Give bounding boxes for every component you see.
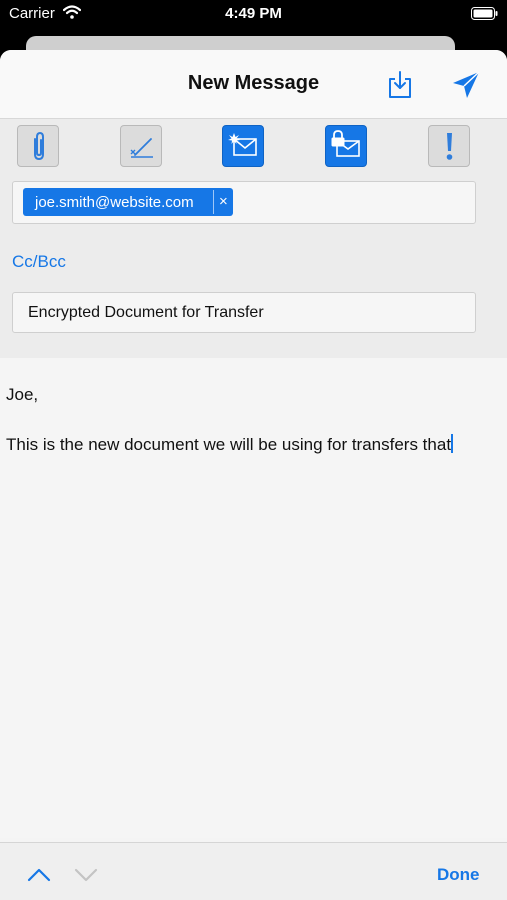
remove-recipient-button[interactable]: × [219, 193, 228, 210]
recipient-chip[interactable]: joe.smith@website.com × [23, 188, 233, 216]
encrypt-message-button[interactable] [325, 125, 367, 167]
compose-header: joe.smith@website.com × Cc/Bcc Encrypted… [0, 119, 507, 358]
compose-sheet: New Message joe.smith@website.com × Cc/B… [0, 50, 507, 900]
to-field[interactable]: joe.smith@website.com × [12, 181, 476, 224]
chevron-up-icon[interactable] [27, 867, 51, 883]
body-greeting: Joe, [6, 385, 39, 404]
message-body[interactable]: Joe, This is the new document we will be… [0, 358, 507, 838]
page-title: New Message [187, 72, 320, 94]
signature-icon [130, 138, 153, 158]
locked-envelope-icon [331, 130, 360, 157]
sign-message-button[interactable] [222, 125, 264, 167]
priority-button[interactable] [428, 125, 470, 167]
send-icon[interactable] [451, 70, 481, 100]
chevron-down-icon[interactable] [74, 867, 98, 883]
nav-bar: New Message [0, 50, 507, 119]
done-button[interactable]: Done [437, 865, 480, 885]
text-caret [451, 434, 454, 453]
chip-divider [213, 190, 214, 214]
subject-field[interactable]: Encrypted Document for Transfer [12, 292, 476, 333]
attach-button[interactable] [17, 125, 59, 167]
paperclip-icon [34, 131, 44, 161]
battery-icon [471, 7, 498, 20]
exclamation-icon [446, 133, 453, 160]
keyboard-accessory-bar: Done [0, 842, 507, 900]
cc-bcc-link[interactable]: Cc/Bcc [12, 252, 66, 272]
recipient-email: joe.smith@website.com [35, 194, 194, 211]
signature-button[interactable] [120, 125, 162, 167]
subject-value: Encrypted Document for Transfer [28, 304, 264, 321]
body-text-line: This is the new document we will be usin… [6, 434, 454, 455]
signed-envelope-icon [228, 133, 257, 156]
status-bar: Carrier 4:49 PM [0, 0, 507, 30]
save-draft-icon[interactable] [386, 70, 414, 100]
clock: 4:49 PM [225, 5, 282, 22]
body-text: This is the new document we will be usin… [6, 435, 452, 454]
